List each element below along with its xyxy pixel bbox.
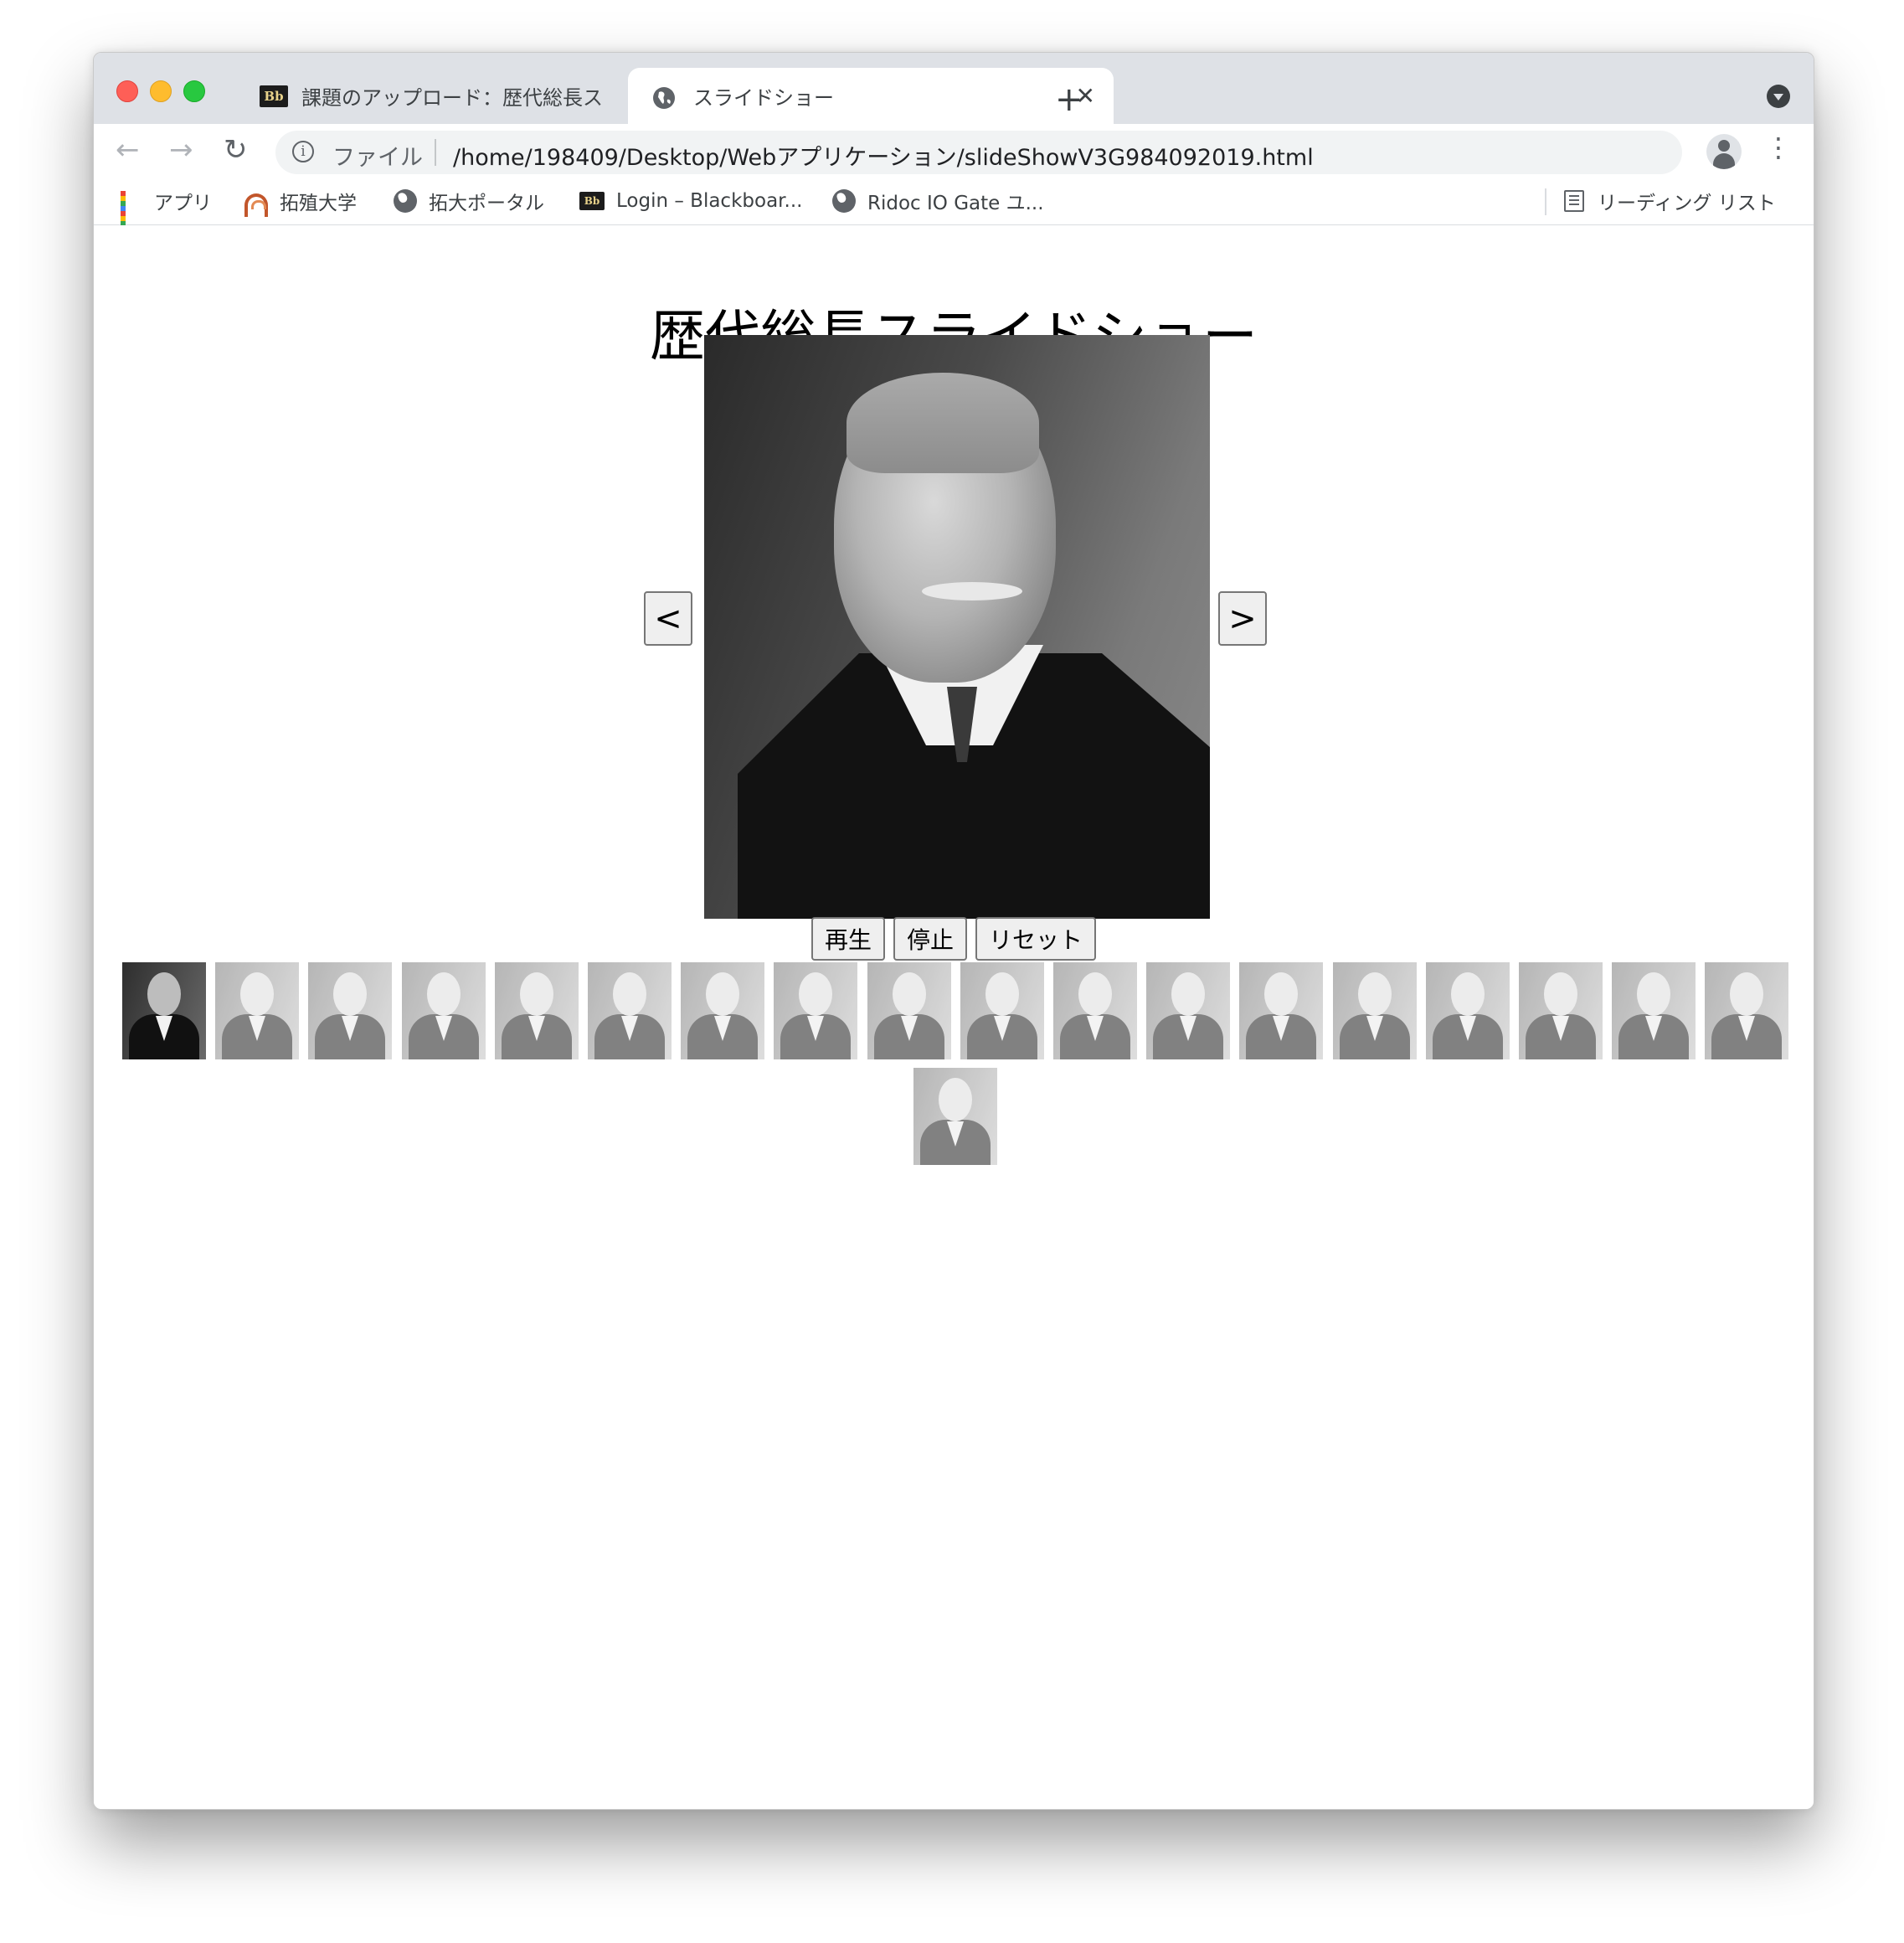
address-scheme-label: ファイル bbox=[332, 145, 423, 171]
address-url[interactable]: /home/198409/Desktop/Webアプリケーション/slideSh… bbox=[453, 139, 1314, 172]
zoom-window-button[interactable] bbox=[183, 80, 205, 102]
next-button[interactable]: > bbox=[1218, 591, 1267, 646]
thumbnail-portrait[interactable] bbox=[1053, 962, 1137, 1059]
reading-list-icon bbox=[1564, 190, 1584, 212]
thumbnail-portrait[interactable] bbox=[681, 962, 764, 1059]
browser-window: Bb 課題のアップロード：歴代総長ス ✕ スライドショー ✕ + ← → ↻ i… bbox=[93, 52, 1814, 1810]
slideshow-controls: 再生 停止 リセット bbox=[94, 917, 1814, 961]
play-button[interactable]: 再生 bbox=[810, 917, 885, 961]
stop-button[interactable]: 停止 bbox=[893, 917, 967, 961]
thumbnail-portrait[interactable] bbox=[588, 962, 672, 1059]
bookmark-apps[interactable]: アプリ bbox=[119, 185, 212, 236]
bookmark-label: 拓大ポータル bbox=[429, 193, 544, 214]
info-icon[interactable]: i bbox=[292, 141, 314, 162]
tab-title: スライドショー bbox=[693, 86, 834, 110]
globe-icon bbox=[394, 189, 417, 213]
reading-list-button[interactable]: リーディング リスト bbox=[1564, 185, 1776, 217]
apps-grid-icon bbox=[119, 189, 142, 236]
more-menu-icon[interactable]: ⋮ bbox=[1765, 134, 1792, 161]
thumbnail-portrait[interactable] bbox=[867, 962, 951, 1059]
thumbnail-portrait[interactable] bbox=[1146, 962, 1230, 1059]
bookmark-takushoku[interactable]: 拓殖大学 bbox=[244, 185, 357, 217]
thumbnail-portrait[interactable] bbox=[308, 962, 392, 1059]
bookmark-label: Ridoc IO Gate ユ... bbox=[867, 193, 1044, 214]
blackboard-icon: Bb bbox=[579, 192, 605, 210]
tab-slideshow[interactable]: スライドショー ✕ bbox=[628, 68, 1114, 124]
thumbnail-portrait[interactable] bbox=[1612, 962, 1696, 1059]
blackboard-icon: Bb bbox=[260, 85, 288, 107]
thumbnail-portrait[interactable] bbox=[1519, 962, 1603, 1059]
reading-list-label: リーディング リスト bbox=[1598, 193, 1776, 214]
main-portrait-image bbox=[704, 335, 1210, 919]
globe-icon bbox=[832, 189, 856, 213]
page-content: 歴代総長スライドショー < > 再生 停止 リセット bbox=[94, 225, 1814, 1809]
tab-title: 課題のアップロード：歴代総長ス bbox=[301, 86, 603, 110]
bookmark-blackboard[interactable]: Bb Login – Blackboar... bbox=[579, 185, 802, 217]
tab-strip: Bb 課題のアップロード：歴代総長ス ✕ スライドショー ✕ + bbox=[94, 53, 1814, 124]
tab-search-icon[interactable] bbox=[1767, 85, 1790, 108]
thumbnail-portrait[interactable] bbox=[122, 962, 206, 1059]
new-tab-button[interactable]: + bbox=[1055, 83, 1083, 116]
thumbnail-portrait[interactable] bbox=[495, 962, 579, 1059]
bookmark-label: 拓殖大学 bbox=[280, 193, 357, 214]
reset-button[interactable]: リセット bbox=[975, 917, 1097, 961]
prev-button[interactable]: < bbox=[644, 591, 692, 646]
minimize-window-button[interactable] bbox=[150, 80, 172, 102]
address-divider bbox=[435, 139, 436, 166]
thumbnail-portrait[interactable] bbox=[1705, 962, 1788, 1059]
forward-arrow-icon[interactable]: → bbox=[169, 136, 193, 164]
globe-icon bbox=[651, 85, 680, 109]
thumbnail-portrait[interactable] bbox=[913, 1068, 997, 1165]
reload-icon[interactable]: ↻ bbox=[224, 136, 248, 164]
thumbnail-portrait[interactable] bbox=[1333, 962, 1417, 1059]
close-window-button[interactable] bbox=[116, 80, 138, 102]
browser-toolbar: ← → ↻ i ファイル /home/198409/Desktop/Webアプリ… bbox=[94, 124, 1814, 178]
bookmark-ridoc[interactable]: Ridoc IO Gate ユ... bbox=[832, 185, 1044, 217]
thumbnail-portrait[interactable] bbox=[960, 962, 1044, 1059]
bookmark-portal[interactable]: 拓大ポータル bbox=[394, 185, 544, 217]
address-bar[interactable]: i ファイル /home/198409/Desktop/Webアプリケーション/… bbox=[275, 131, 1682, 174]
thumbnail-portrait[interactable] bbox=[402, 962, 486, 1059]
thumbnail-portrait[interactable] bbox=[1426, 962, 1510, 1059]
thumbnail-portrait[interactable] bbox=[1239, 962, 1323, 1059]
bookmarks-bar: アプリ 拓殖大学 拓大ポータル Bb Login – Blackboar... … bbox=[94, 178, 1814, 236]
back-arrow-icon[interactable]: ← bbox=[116, 136, 140, 164]
takushoku-logo-icon bbox=[244, 193, 268, 217]
bookmarks-divider bbox=[1545, 188, 1546, 215]
bookmark-label: Login – Blackboar... bbox=[616, 190, 803, 212]
thumbnail-portrait[interactable] bbox=[215, 962, 299, 1059]
bookmark-label: アプリ bbox=[154, 193, 212, 214]
thumbnail-portrait[interactable] bbox=[774, 962, 857, 1059]
profile-avatar-icon[interactable] bbox=[1706, 134, 1742, 169]
